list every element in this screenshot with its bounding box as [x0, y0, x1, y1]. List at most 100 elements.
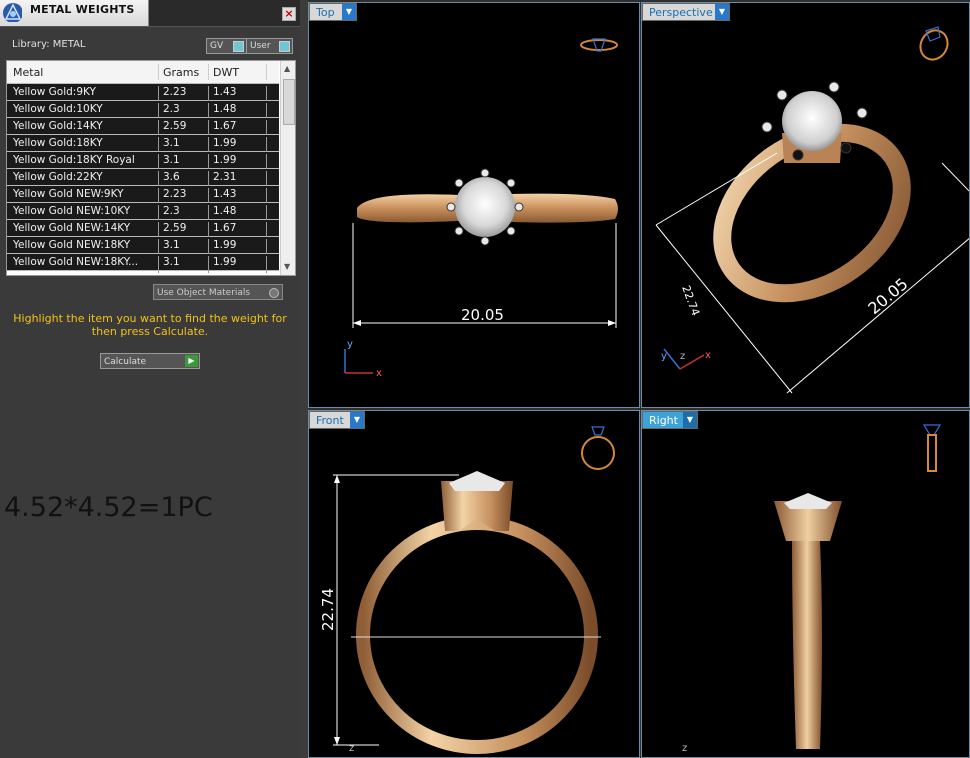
radio-indicator-icon: [269, 288, 279, 298]
panel-title: METAL WEIGHTS: [30, 3, 135, 16]
dwt-cell: 2.31: [213, 171, 237, 183]
table-row[interactable]: Yellow Gold:18KY Royal 3.1 1.99: [7, 152, 279, 171]
table-row[interactable]: Yellow Gold:18KY 3.1 1.99: [7, 135, 279, 154]
front-view-drawing: 22.74 z: [319, 426, 615, 754]
grams-cell: 2.23: [163, 86, 187, 98]
top-view-drawing: 20.05 y x: [344, 38, 618, 379]
metal-cell: Yellow Gold NEW:18KY: [13, 239, 131, 251]
thumbnail-ring-icon: [580, 38, 618, 52]
table-scrollbar[interactable]: ▲ ▼: [280, 61, 295, 275]
column-header-dwt[interactable]: DWT: [213, 66, 239, 79]
axis-x-label: x: [705, 350, 711, 361]
dimension-short: 22.74: [679, 284, 702, 318]
library-label: Library: METAL: [12, 39, 86, 50]
grams-cell: 3.1: [163, 154, 180, 166]
dwt-cell: 1.99: [213, 256, 237, 268]
metal-cell: Yellow Gold NEW:10KY: [13, 205, 131, 217]
table-row[interactable]: Yellow Gold NEW:9KY 2.23 1.43: [7, 186, 279, 205]
dwt-cell: 1.99: [213, 137, 237, 149]
ring-band-front: [356, 516, 598, 754]
dwt-cell: 1.67: [213, 120, 237, 132]
dwt-cell: 1.48: [213, 205, 237, 217]
grams-cell: 2.59: [163, 222, 187, 234]
diamond-perspective: [782, 91, 842, 151]
grams-cell: 3.1: [163, 239, 180, 251]
metal-table: Metal Grams DWT Yellow Gold:9KY 2.23 1.43 Y…: [6, 60, 296, 276]
table-row[interactable]: Yellow Gold:9KY 2.23 1.43: [7, 84, 279, 103]
instruction-text: Highlight the item you want to find the …: [13, 312, 287, 338]
table-row[interactable]: Yellow Gold NEW:10KY 2.3 1.48: [7, 203, 279, 222]
grams-cell: 3.1: [163, 137, 180, 149]
diamond-right: [784, 493, 832, 509]
metal-cell: Yellow Gold NEW:9KY: [13, 188, 124, 200]
metal-cell: Yellow Gold:10KY: [13, 103, 103, 115]
metal-cell: Yellow Gold:18KY Royal: [13, 154, 135, 166]
calculate-button[interactable]: Calculate ▶: [100, 353, 200, 369]
metal-cell: Yellow Gold NEW:18KY...: [13, 256, 139, 268]
dwt-cell: 1.43: [213, 188, 237, 200]
table-row[interactable]: Yellow Gold NEW:18KY 3.1 1.99: [7, 237, 279, 256]
table-row[interactable]: Yellow Gold NEW:14KY 2.59 1.67: [7, 220, 279, 239]
user-indicator-icon: [279, 41, 290, 52]
app-logo-icon: [3, 3, 22, 22]
use-object-materials-label: Use Object Materials: [157, 288, 251, 298]
metal-cell: Yellow Gold:9KY: [13, 86, 96, 98]
gv-indicator-icon: [233, 41, 244, 52]
right-view-drawing: z: [682, 424, 942, 754]
table-row[interactable]: Yellow Gold NEW:18KY... 3.1 1.99: [7, 254, 279, 273]
table-header: Metal Grams DWT: [7, 61, 279, 84]
user-toggle[interactable]: User: [246, 38, 293, 54]
viewport-top[interactable]: Top ▼ 20.05 y x: [308, 2, 640, 408]
perspective-view-drawing: 20.05 22.74 y z x: [655, 26, 969, 394]
gv-toggle[interactable]: GV: [206, 38, 247, 54]
close-button[interactable]: ×: [282, 7, 296, 21]
axis-z-label: z: [349, 743, 354, 754]
viewport-perspective[interactable]: Perspective ▼ 20.05 22.74 y z x: [641, 2, 970, 408]
grams-cell: 2.3: [163, 103, 180, 115]
panel-divider[interactable]: [300, 0, 308, 758]
dwt-cell: 1.48: [213, 103, 237, 115]
ring-band-right: [792, 541, 822, 749]
scroll-up-icon[interactable]: ▲: [284, 64, 290, 73]
table-row[interactable]: Yellow Gold:10KY 2.3 1.48: [7, 101, 279, 120]
thumbnail-ring-icon: [581, 426, 615, 470]
thumbnail-ring-icon: [919, 26, 949, 61]
grams-cell: 2.3: [163, 205, 180, 217]
calculate-label: Calculate: [104, 357, 147, 367]
dwt-cell: 1.99: [213, 239, 237, 251]
panel-title-tab: METAL WEIGHTS: [0, 0, 149, 26]
table-row[interactable]: Yellow Gold:14KY 2.59 1.67: [7, 118, 279, 137]
column-header-grams[interactable]: Grams: [163, 66, 199, 79]
metal-cell: Yellow Gold:14KY: [13, 120, 103, 132]
dwt-cell: 1.67: [213, 222, 237, 234]
gv-label: GV: [210, 41, 224, 51]
dwt-cell: 1.43: [213, 86, 237, 98]
play-arrow-icon: ▶: [185, 355, 198, 367]
axis-z-label: z: [680, 351, 685, 362]
viewport-right[interactable]: Right ▼ z: [641, 410, 970, 758]
axis-y-label: y: [347, 339, 353, 350]
metal-weights-panel: METAL WEIGHTS × Library: METAL GV User M…: [0, 0, 300, 758]
user-label: User: [250, 41, 271, 51]
dimension-long: 20.05: [864, 274, 911, 318]
axis-x-label: x: [376, 368, 382, 379]
use-object-materials-checkbox[interactable]: Use Object Materials: [153, 284, 283, 300]
thumbnail-ring-icon: [922, 424, 942, 472]
grams-cell: 2.23: [163, 188, 187, 200]
scroll-down-icon[interactable]: ▼: [284, 262, 290, 271]
dimension-top: 20.05: [461, 306, 504, 324]
column-header-metal[interactable]: Metal: [13, 66, 43, 79]
viewport-front[interactable]: Front ▼ 22.74 z: [308, 410, 640, 758]
axis-z-label: z: [682, 743, 687, 754]
table-row[interactable]: Yellow Gold:22KY 3.6 2.31: [7, 169, 279, 188]
metal-cell: Yellow Gold:22KY: [13, 171, 103, 183]
panel-titlebar: METAL WEIGHTS ×: [0, 0, 300, 27]
grams-cell: 2.59: [163, 120, 187, 132]
grams-cell: 3.1: [163, 256, 180, 268]
dwt-cell: 1.99: [213, 154, 237, 166]
diamond-top: [455, 177, 515, 237]
axis-y-label: y: [661, 351, 667, 362]
metal-cell: Yellow Gold NEW:14KY: [13, 222, 131, 234]
scroll-thumb[interactable]: [283, 79, 295, 125]
metal-cell: Yellow Gold:18KY: [13, 137, 103, 149]
